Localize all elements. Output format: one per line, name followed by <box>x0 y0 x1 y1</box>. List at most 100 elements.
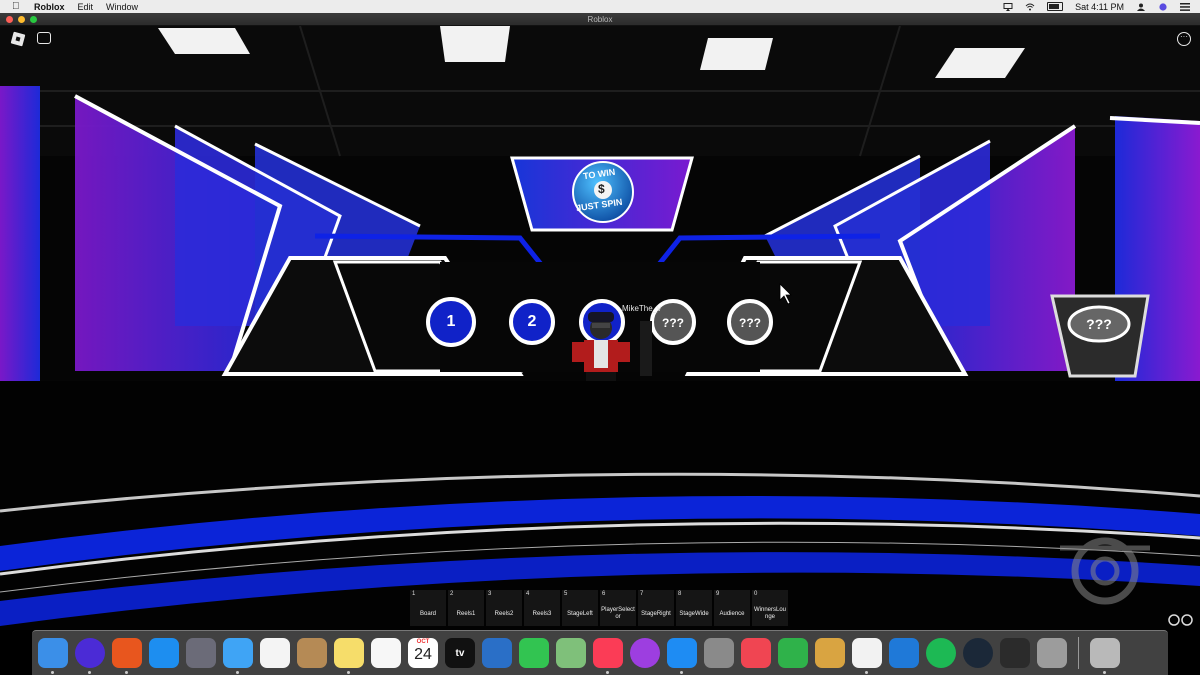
slot-label: WinnersLounge <box>753 607 786 620</box>
hotbar: 1 Board 2 Reels1 3 Reels2 4 Reels3 5 StageLef… <box>410 590 788 626</box>
slot-number: 0 <box>754 591 758 597</box>
trash-icon[interactable] <box>1090 638 1120 674</box>
running-indicator <box>680 671 683 674</box>
contacts-icon[interactable] <box>297 638 327 668</box>
running-indicator <box>347 671 350 674</box>
running-indicator <box>606 671 609 674</box>
slot-number: 9 <box>716 591 720 597</box>
hotbar-slot-reels2[interactable]: 3 Reels2 <box>486 590 522 626</box>
menu-app-name[interactable]: Roblox <box>34 2 65 12</box>
slot-label: StageRight <box>641 610 671 617</box>
facetime-icon[interactable] <box>519 638 549 668</box>
menu-bar:  Roblox Edit Window Sat 4:11 PM <box>0 0 1200 13</box>
side-screen <box>1050 294 1150 378</box>
hotbar-slot-reels3[interactable]: 4 Reels3 <box>524 590 560 626</box>
running-indicator <box>125 671 128 674</box>
menu-clock[interactable]: Sat 4:11 PM <box>1075 2 1124 12</box>
slot-label: Audience <box>719 610 745 617</box>
more-options-icon[interactable]: ··· <box>1177 32 1191 46</box>
roblox-studio-icon[interactable] <box>889 638 919 668</box>
davinci-resolve-icon[interactable] <box>1000 638 1030 668</box>
chat-icon[interactable] <box>37 32 51 44</box>
finder-icon[interactable] <box>38 638 68 674</box>
menu-window[interactable]: Window <box>106 2 138 12</box>
running-indicator <box>236 671 239 674</box>
notification-center-icon[interactable] <box>1180 2 1190 11</box>
spotify-icon[interactable] <box>926 638 956 668</box>
slot-number: 1 <box>412 591 416 597</box>
airplay-icon[interactable] <box>1003 2 1013 11</box>
maps-icon[interactable] <box>556 638 586 668</box>
slot-label: Reels3 <box>532 610 552 617</box>
calendar-icon[interactable]: OCT 24 <box>408 638 438 668</box>
siri-icon[interactable] <box>75 638 105 674</box>
hotbar-slot-winnerslounge[interactable]: 0 WinnersLounge <box>752 590 788 626</box>
wheel-label-5: ??? <box>739 316 761 330</box>
slot-label: PlayerSelector <box>601 607 635 620</box>
slot-label: Board <box>419 610 436 617</box>
side-screen-label: ??? <box>1086 316 1112 332</box>
hotbar-slot-stageright[interactable]: 7 StageRight <box>638 590 674 626</box>
window-title: Roblox <box>587 14 613 24</box>
calendar-month: OCT <box>416 639 430 645</box>
window-title-bar: Roblox <box>0 13 1200 26</box>
slot-label: StageLeft <box>567 610 593 617</box>
running-indicator <box>865 671 868 674</box>
hotbar-slot-audience[interactable]: 9 Audience <box>714 590 750 626</box>
slot-number: 5 <box>564 591 568 597</box>
calendar-day: 24 <box>414 646 432 663</box>
game-scene <box>0 26 1200 630</box>
apple-icon[interactable]:  <box>12 1 21 12</box>
running-indicator <box>51 671 54 674</box>
music-icon[interactable] <box>593 638 623 674</box>
game-viewport[interactable]: ··· TO WIN $ JUST SPIN 1 2 ??? ??? ??? M… <box>0 26 1200 630</box>
preview-icon[interactable] <box>815 638 845 668</box>
user-icon[interactable] <box>1136 3 1146 11</box>
quicktime-icon[interactable] <box>482 638 512 668</box>
slot-label: Reels2 <box>494 610 514 617</box>
system-preferences-icon[interactable] <box>704 638 734 668</box>
wifi-icon[interactable] <box>1025 3 1035 11</box>
menu-edit[interactable]: Edit <box>78 2 94 12</box>
player-name-tag: MikeThe_v <box>622 304 662 313</box>
battery-icon[interactable] <box>1047 2 1064 11</box>
hotbar-slot-board[interactable]: 1 Board <box>410 590 446 626</box>
wheel-label-1: 1 <box>446 313 456 330</box>
slot-label: StageWide <box>679 610 709 617</box>
slot-number: 2 <box>450 591 454 597</box>
slot-number: 3 <box>488 591 492 597</box>
numbers-icon[interactable] <box>778 638 808 668</box>
roblox-icon[interactable] <box>852 638 882 674</box>
slot-number: 7 <box>640 591 644 597</box>
sign-dollar-icon: $ <box>598 182 605 196</box>
running-indicator <box>88 671 91 674</box>
slot-number: 8 <box>678 591 682 597</box>
slot-number: 4 <box>526 591 530 597</box>
podcasts-icon[interactable] <box>630 638 660 668</box>
siri-menu-icon[interactable] <box>1158 2 1168 11</box>
messages-icon[interactable] <box>223 638 253 674</box>
dock: OCT 24 tv <box>32 630 1168 675</box>
slot-label: Reels1 <box>456 610 476 617</box>
wheel-label-2: 2 <box>527 313 537 330</box>
apple-tv-icon[interactable]: tv <box>445 638 475 668</box>
firefox-icon[interactable] <box>112 638 142 674</box>
news-icon[interactable] <box>741 638 771 668</box>
apple-tv-label: tv <box>455 647 465 659</box>
wheel-label-4: ??? <box>662 316 684 330</box>
photos-icon[interactable] <box>260 638 290 668</box>
steam-icon[interactable] <box>963 638 993 668</box>
dock-separator <box>1078 637 1079 669</box>
running-indicator <box>1103 671 1106 674</box>
hotbar-slot-stagewide[interactable]: 8 StageWide <box>676 590 712 626</box>
safari-icon[interactable] <box>149 638 179 668</box>
slot-number: 6 <box>602 591 606 597</box>
notes-icon[interactable] <box>334 638 364 674</box>
hotbar-slot-reels1[interactable]: 2 Reels1 <box>448 590 484 626</box>
hotbar-slot-stageleft[interactable]: 5 StageLeft <box>562 590 598 626</box>
reminders-icon[interactable] <box>371 638 401 668</box>
launchpad-icon[interactable] <box>186 638 216 668</box>
hotbar-slot-playerselector[interactable]: 6 PlayerSelector <box>600 590 636 626</box>
calculator-icon[interactable] <box>1037 638 1067 668</box>
app-store-icon[interactable] <box>667 638 697 674</box>
